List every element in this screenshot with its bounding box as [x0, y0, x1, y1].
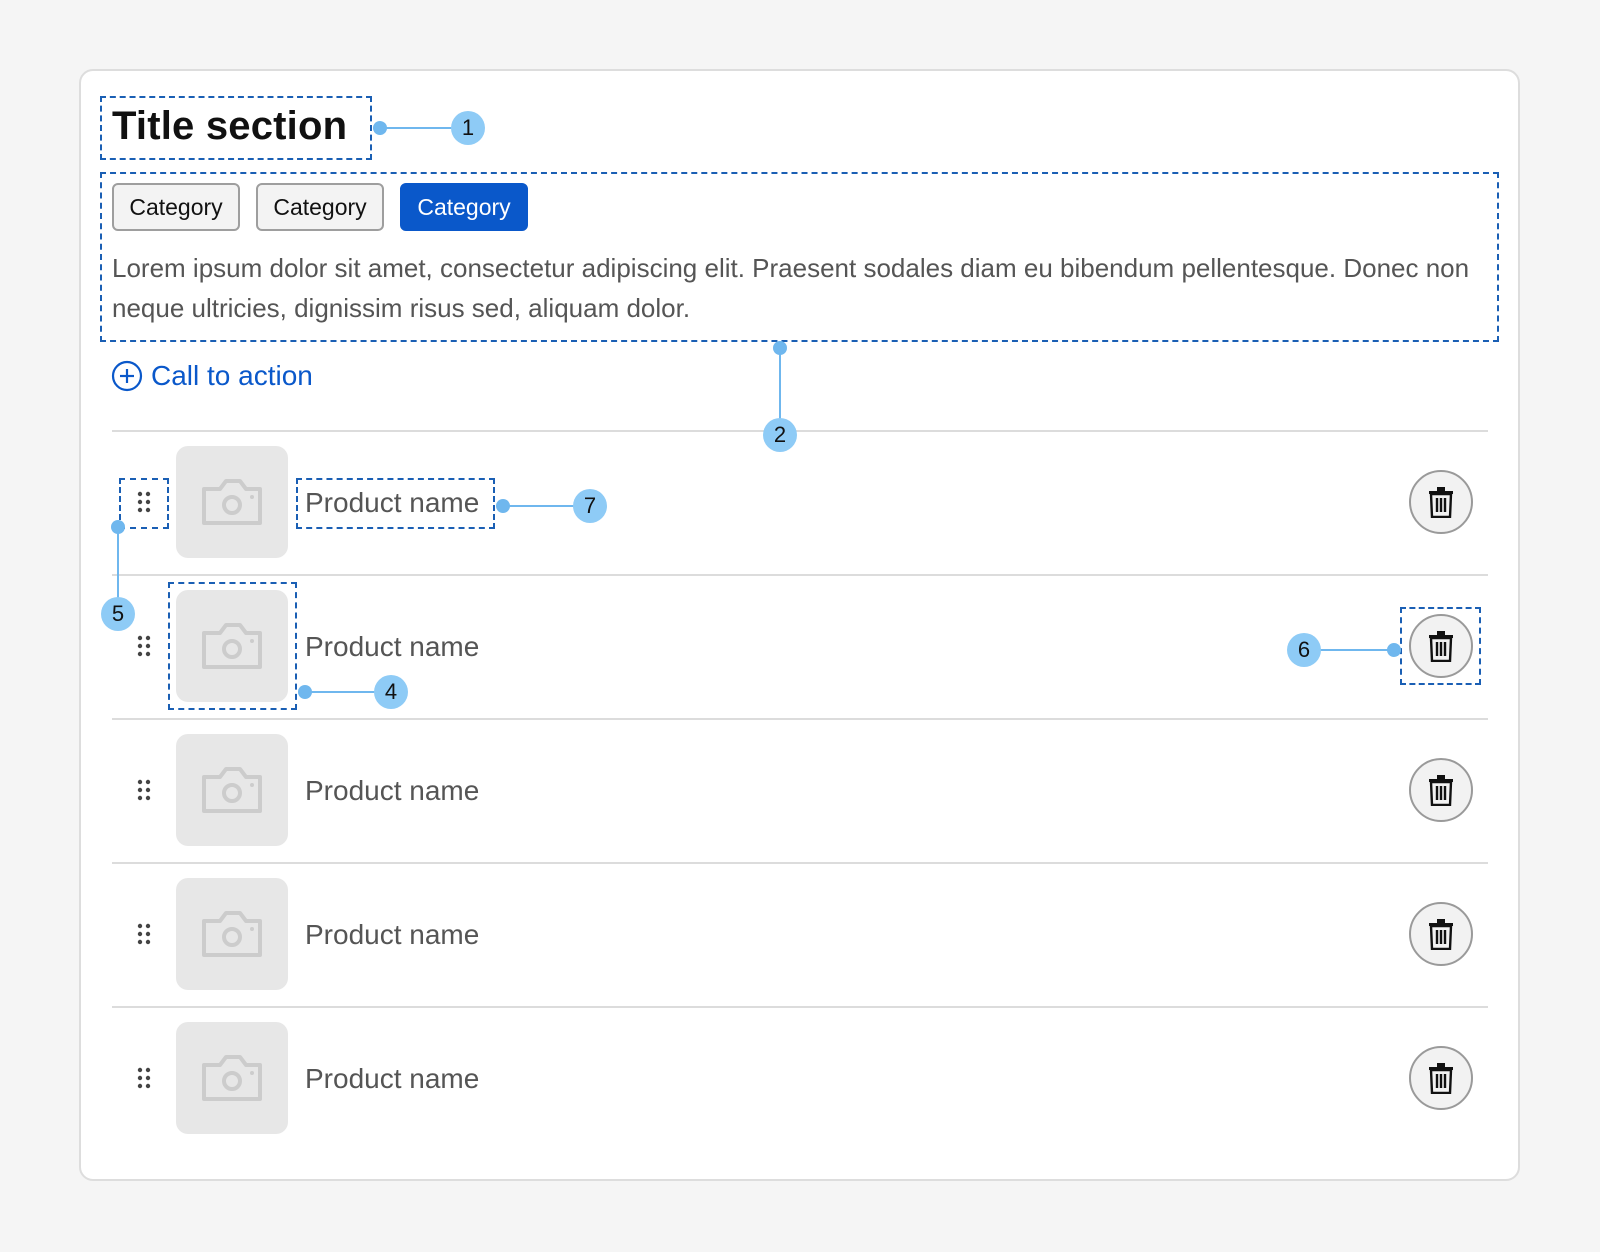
annotation-connector — [117, 526, 119, 598]
camera-icon — [202, 911, 262, 957]
annotation-box-drag — [119, 478, 169, 529]
product-name: Product name — [305, 919, 480, 950]
camera-icon — [202, 767, 262, 813]
product-thumbnail — [176, 734, 288, 846]
annotation-box-title — [100, 96, 372, 160]
annotation-badge-5: 5 — [101, 597, 135, 631]
list-divider — [112, 574, 1488, 576]
drag-handle-icon[interactable] — [137, 635, 151, 657]
trash-icon — [1429, 1063, 1453, 1094]
annotation-badge-2: 2 — [763, 418, 797, 452]
delete-button[interactable] — [1409, 902, 1473, 966]
annotation-badge-1: 1 — [451, 111, 485, 145]
annotation-badge-4: 4 — [374, 675, 408, 709]
annotation-anchor — [1387, 643, 1401, 657]
annotation-connector — [1318, 649, 1394, 651]
plus-circle-icon — [111, 360, 143, 392]
delete-button[interactable] — [1409, 758, 1473, 822]
drag-handle-icon[interactable] — [137, 1067, 151, 1089]
product-name: Product name — [305, 1063, 480, 1094]
delete-button[interactable] — [1409, 470, 1473, 534]
annotation-box-name — [296, 478, 495, 529]
camera-icon — [202, 479, 262, 525]
product-thumbnail — [176, 446, 288, 558]
list-divider — [112, 862, 1488, 864]
list-divider — [112, 430, 1488, 432]
trash-icon — [1429, 919, 1453, 950]
product-name: Product name — [305, 775, 480, 806]
annotation-box-thumbnail — [168, 582, 297, 710]
delete-button[interactable] — [1409, 1046, 1473, 1110]
list-divider — [112, 718, 1488, 720]
annotation-box-delete — [1400, 607, 1481, 685]
drag-handle-icon[interactable] — [137, 779, 151, 801]
call-to-action-label: Call to action — [151, 360, 313, 391]
annotation-anchor — [111, 520, 125, 534]
product-thumbnail — [176, 1022, 288, 1134]
annotation-box-content — [100, 172, 1499, 342]
annotation-anchor — [496, 499, 510, 513]
drag-handle-icon[interactable] — [137, 923, 151, 945]
trash-icon — [1429, 775, 1453, 806]
annotation-anchor — [298, 685, 312, 699]
annotation-badge-6: 6 — [1287, 633, 1321, 667]
annotation-anchor — [773, 341, 787, 355]
trash-icon — [1429, 487, 1453, 518]
list-divider — [112, 1006, 1488, 1008]
call-to-action-link[interactable]: Call to action — [111, 360, 313, 392]
product-name: Product name — [305, 631, 480, 662]
camera-icon — [202, 1055, 262, 1101]
annotation-badge-7: 7 — [573, 489, 607, 523]
product-thumbnail — [176, 878, 288, 990]
annotation-anchor — [373, 121, 387, 135]
